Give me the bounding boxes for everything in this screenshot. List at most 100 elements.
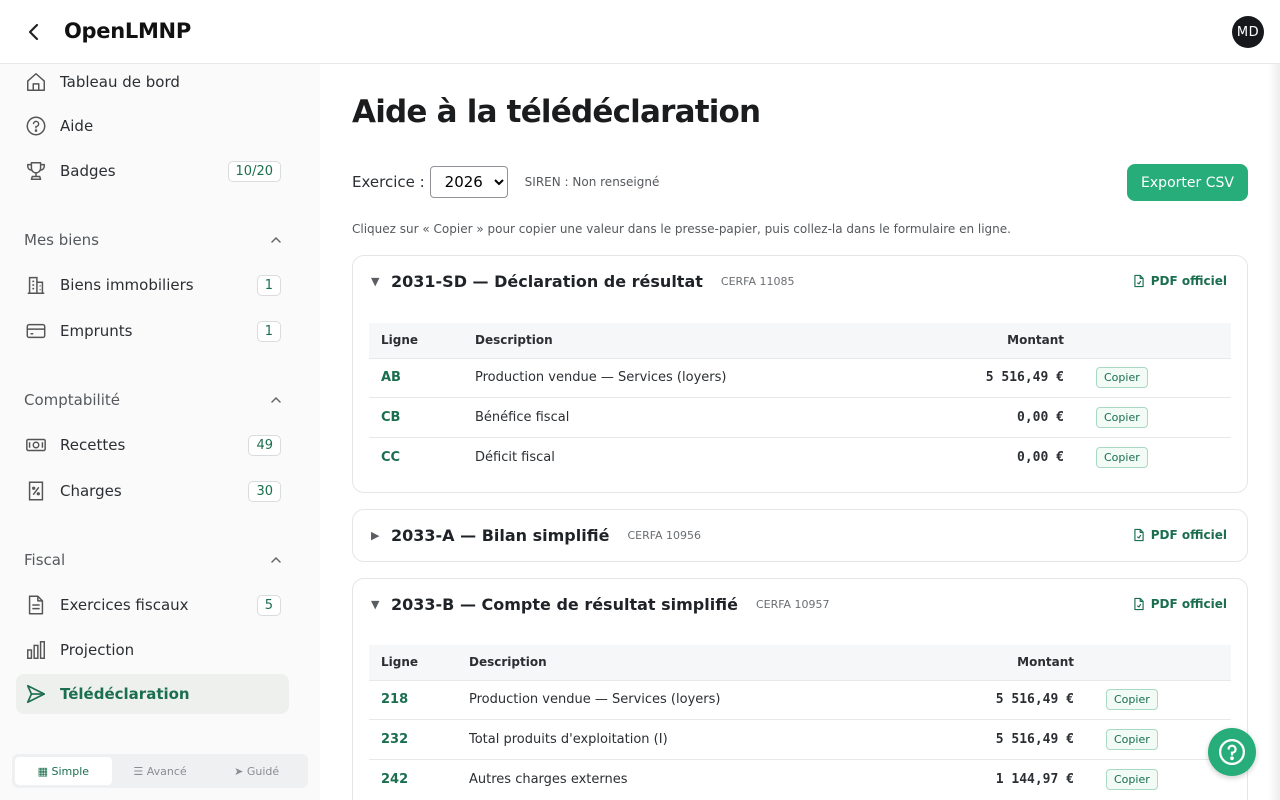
page-title: Aide à la télédéclaration [352, 94, 761, 130]
line-amount: 1 144,97 € [937, 758, 1086, 799]
card-header-toggle[interactable]: ▶ 2033-A — Bilan simplifié CERFA 10956 P… [353, 510, 1247, 560]
count-badge: 1 [256, 320, 281, 342]
card-header-toggle[interactable]: ▼ 2031-SD — Déclaration de résultat CERF… [353, 256, 1247, 306]
sidebar-item-biens-immobiliers[interactable]: Biens immobiliers 1 [16, 265, 289, 305]
document-icon [24, 593, 48, 617]
declaration-table: Ligne Description Montant 218 Production… [369, 645, 1231, 799]
copy-button[interactable]: Copier [1096, 406, 1148, 428]
section-header-mes-biens[interactable]: Mes biens [24, 231, 284, 249]
cerfa-label: CERFA 11085 [720, 274, 795, 288]
copy-button[interactable]: Copier [1096, 367, 1148, 389]
chevron-up-icon[interactable] [268, 232, 284, 248]
exercise-select[interactable]: 2026 [429, 166, 508, 198]
table-header-row: Ligne Description Montant [369, 645, 1231, 680]
pdf-officiel-link[interactable]: PDF officiel [1132, 274, 1227, 288]
count-badge: 30 [248, 480, 281, 502]
line-code: CB [369, 397, 463, 437]
count-badge: 10/20 [227, 160, 281, 182]
app-title: OpenLMNP [64, 19, 191, 43]
mode-guide-button[interactable]: ➤ Guidé [208, 757, 305, 785]
home-icon [24, 70, 48, 94]
card-title: 2031-SD — Déclaration de résultat [391, 271, 703, 291]
cerfa-label: CERFA 10956 [627, 528, 702, 542]
sidebar-item-label: Projection [60, 641, 135, 659]
chevron-up-icon[interactable] [268, 552, 284, 568]
column-header: Ligne [369, 323, 463, 358]
line-description: Production vendue — Services (loyers) [457, 679, 937, 720]
sidebar-item-emprunts[interactable]: Emprunts 1 [16, 311, 289, 351]
copy-button[interactable]: Copier [1106, 768, 1158, 790]
line-code: AB [369, 357, 463, 398]
column-header-actions [1086, 645, 1231, 680]
section-header-fiscal[interactable]: Fiscal [24, 551, 284, 569]
sidebar-item-tableau-de-bord[interactable]: Tableau de bord [16, 64, 289, 102]
bar-chart-icon [24, 638, 48, 662]
siren-text: SIREN : Non renseigné [524, 175, 660, 189]
sidebar-item-aide[interactable]: Aide [16, 106, 289, 146]
pdf-link-label: PDF officiel [1150, 597, 1227, 611]
chevron-up-icon[interactable] [268, 392, 284, 408]
triangle-down-icon: ▼ [371, 274, 380, 288]
mode-simple-button[interactable]: ▦ Simple [15, 757, 112, 785]
sidebar-item-recettes[interactable]: Recettes 49 [16, 425, 289, 465]
column-header: Montant [933, 323, 1076, 358]
back-arrow-icon[interactable] [22, 20, 46, 44]
building-icon [24, 273, 48, 297]
sidebar-item-label: Exercices fiscaux [60, 596, 189, 614]
copy-button[interactable]: Copier [1106, 728, 1158, 750]
pdf-file-icon [1134, 528, 1144, 542]
sidebar-item-charges[interactable]: Charges 30 [16, 471, 289, 511]
copy-button[interactable]: Copier [1106, 689, 1158, 711]
sidebar-item-label: Télédéclaration [60, 685, 190, 703]
sidebar-item-badges[interactable]: Badges 10/20 [16, 151, 289, 191]
pdf-link-label: PDF officiel [1150, 274, 1227, 288]
line-amount: 0,00 € [933, 436, 1076, 477]
toolbar: Exercice : 2026 SIREN : Non renseigné Ex… [352, 164, 1248, 201]
sidebar-item-exercices-fiscaux[interactable]: Exercices fiscaux 5 [16, 585, 289, 625]
section-header-comptabilite[interactable]: Comptabilité [24, 391, 284, 409]
sidebar-item-label: Charges [60, 482, 122, 500]
triangle-down-icon: ▼ [371, 597, 380, 611]
line-amount: 0,00 € [933, 397, 1076, 437]
help-circle-icon [1219, 739, 1245, 765]
line-description: Déficit fiscal [463, 436, 933, 477]
section-label: Fiscal [24, 551, 66, 569]
pdf-officiel-link[interactable]: PDF officiel [1132, 528, 1227, 542]
avatar[interactable]: MD [1232, 16, 1264, 48]
pdf-officiel-link[interactable]: PDF officiel [1132, 597, 1227, 611]
form-card-2033-b: ▼ 2033-B — Compte de résultat simplifié … [352, 578, 1248, 800]
section-label: Mes biens [24, 231, 99, 249]
line-description: Autres charges externes [457, 758, 937, 799]
count-badge: 1 [256, 274, 281, 296]
sidebar-item-label: Tableau de bord [60, 73, 180, 91]
sidebar-item-projection[interactable]: Projection [16, 630, 289, 670]
form-card-2031-sd: ▼ 2031-SD — Déclaration de résultat CERF… [352, 255, 1248, 493]
table-row: 242 Autres charges externes 1 144,97 € C… [369, 758, 1231, 799]
sidebar-item-label: Biens immobiliers [60, 276, 194, 294]
table-header-row: Ligne Description Montant [369, 323, 1231, 358]
sidebar-item-label: Emprunts [60, 322, 133, 340]
export-csv-button[interactable]: Exporter CSV [1127, 164, 1248, 201]
card-header-toggle[interactable]: ▼ 2033-B — Compte de résultat simplifié … [353, 579, 1247, 629]
sidebar-item-label: Recettes [60, 436, 126, 454]
sidebar-item-teledeclaration[interactable]: Télédéclaration [16, 674, 289, 714]
view-mode-switch: ▦ Simple ☰ Avancé ➤ Guidé [12, 754, 308, 788]
line-code: 242 [369, 758, 457, 799]
line-description: Production vendue — Services (loyers) [463, 357, 933, 398]
help-button[interactable] [1208, 728, 1256, 776]
copy-button[interactable]: Copier [1096, 446, 1148, 468]
card-title: 2033-B — Compte de résultat simplifié [391, 594, 738, 614]
sidebar-item-label: Aide [60, 117, 94, 135]
column-header: Montant [937, 645, 1086, 680]
table-row: CC Déficit fiscal 0,00 € Copier [369, 436, 1231, 477]
line-description: Bénéfice fiscal [463, 397, 933, 437]
pdf-link-label: PDF officiel [1150, 528, 1227, 542]
pdf-file-icon [1134, 597, 1144, 611]
line-description: Total produits d'exploitation (I) [457, 719, 937, 759]
table-row: AB Production vendue — Services (loyers)… [369, 357, 1231, 398]
line-code: CC [369, 436, 463, 477]
scroll-edge-shadow [1268, 64, 1280, 800]
top-bar: OpenLMNP MD [0, 0, 1280, 64]
percent-receipt-icon [24, 479, 48, 503]
mode-avance-button[interactable]: ☰ Avancé [112, 757, 209, 785]
